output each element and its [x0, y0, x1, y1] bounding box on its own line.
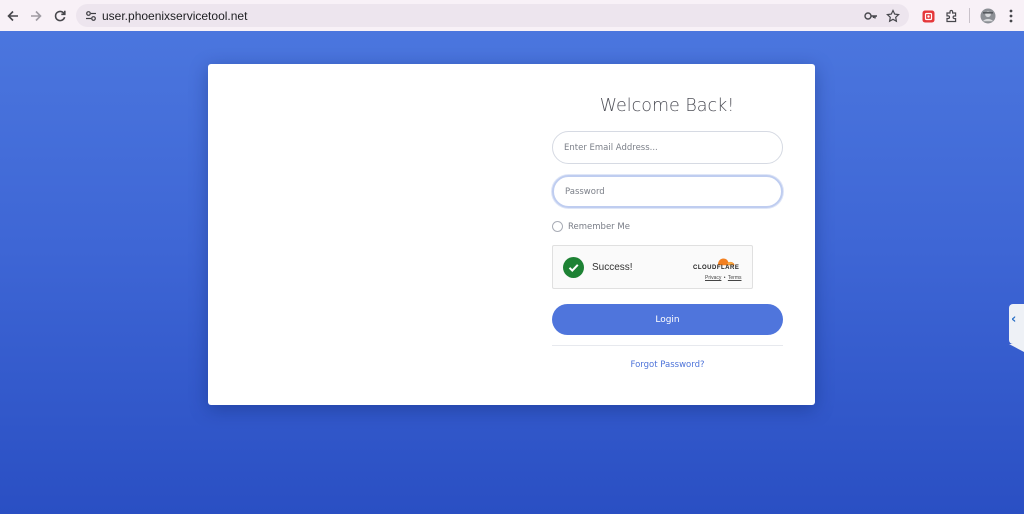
address-bar[interactable]: user.phoenixservicetool.net — [76, 4, 909, 27]
login-button[interactable]: Login — [552, 304, 783, 335]
page-title: Welcome Back! — [599, 96, 735, 116]
extension-button[interactable] — [918, 6, 938, 26]
password-key-button[interactable] — [862, 7, 880, 25]
remember-me-checkbox[interactable] — [552, 221, 563, 232]
captcha-links: Privacy • Terms — [705, 275, 742, 281]
browser-toolbar: user.phoenixservicetool.net — [0, 0, 1024, 31]
side-panel-tab[interactable]: ‹ — [1009, 304, 1024, 352]
tab-notch — [1009, 344, 1024, 352]
remember-me-label: Remember Me — [568, 221, 630, 232]
captcha-widget[interactable]: Success! CLOUDFLARE Privacy • Terms — [552, 245, 753, 289]
toolbar-separator — [969, 8, 970, 23]
arrow-right-icon — [31, 10, 42, 22]
extension-red-icon — [922, 10, 934, 22]
reload-icon — [54, 10, 66, 22]
puzzle-icon — [946, 9, 957, 23]
privacy-link[interactable]: Privacy — [705, 275, 721, 281]
site-info-button[interactable] — [80, 5, 102, 27]
arrow-left-icon — [7, 10, 18, 22]
star-icon — [886, 9, 900, 23]
key-icon — [864, 12, 877, 20]
link-separator: • — [723, 275, 726, 281]
success-check-icon — [563, 257, 584, 278]
profile-button[interactable] — [978, 6, 998, 26]
captcha-status: Success! — [592, 262, 633, 273]
tune-icon — [86, 10, 96, 21]
login-card: Welcome Back! Remember Me Success! CLOUD… — [208, 64, 815, 405]
page-background: Welcome Back! Remember Me Success! CLOUD… — [0, 31, 1024, 514]
forgot-password-link[interactable]: Forgot Password? — [552, 360, 783, 370]
back-button[interactable] — [1, 4, 25, 28]
reload-button[interactable] — [48, 4, 72, 28]
divider — [552, 345, 783, 346]
browser-menu-button[interactable] — [1001, 6, 1021, 26]
email-field[interactable] — [552, 131, 783, 164]
remember-me[interactable]: Remember Me — [552, 221, 630, 232]
cloudflare-brand: CLOUDFLARE — [693, 265, 740, 271]
password-field[interactable] — [552, 175, 783, 208]
url-text[interactable]: user.phoenixservicetool.net — [102, 9, 247, 23]
extensions-menu-button[interactable] — [942, 6, 962, 26]
avatar-icon — [980, 8, 996, 24]
kebab-icon — [1009, 9, 1013, 23]
forward-button[interactable] — [24, 4, 48, 28]
chevron-left-icon: ‹ — [1011, 312, 1017, 327]
terms-link[interactable]: Terms — [728, 275, 742, 281]
bookmark-button[interactable] — [884, 7, 902, 25]
